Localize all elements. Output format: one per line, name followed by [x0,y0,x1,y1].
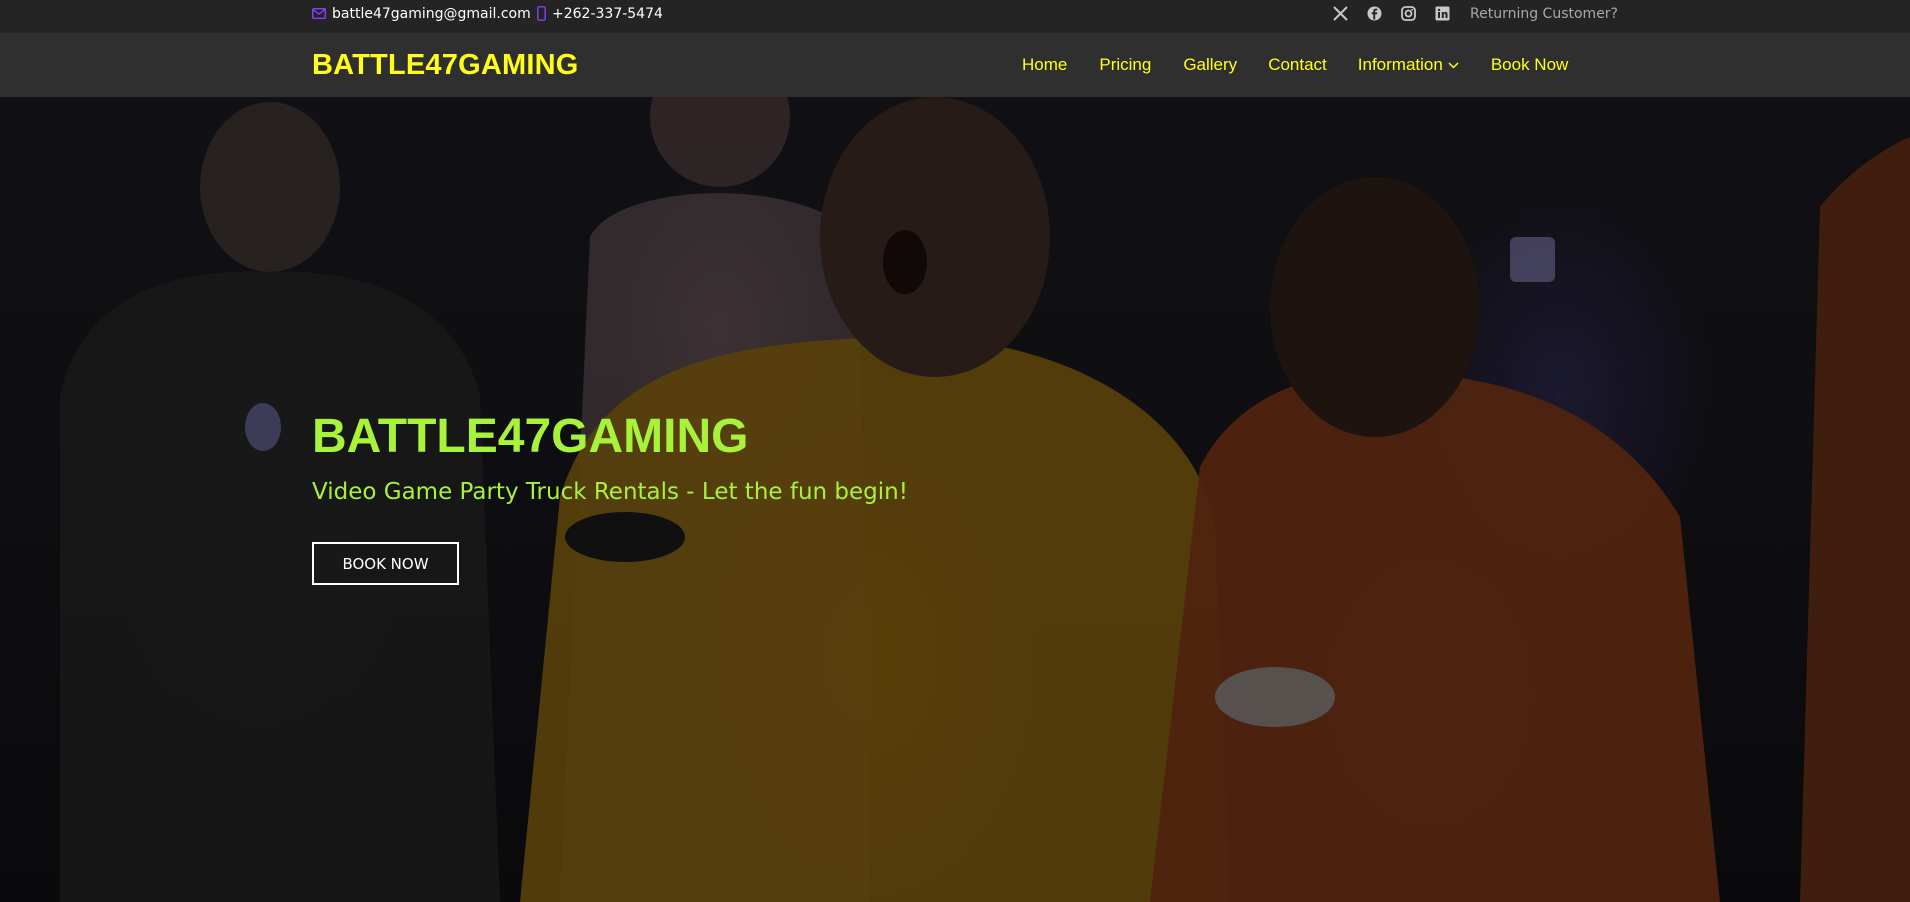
linkedin-icon[interactable] [1434,5,1451,22]
facebook-icon[interactable] [1366,5,1383,22]
main-nav: Home Pricing Gallery Contact Information… [1022,33,1568,97]
nav-information-label: Information [1357,55,1443,74]
email-text[interactable]: battle47gaming@gmail.com [332,6,531,22]
x-icon[interactable] [1332,5,1349,22]
envelope-icon [312,8,326,19]
hero-subtitle: Video Game Party Truck Rentals - Let the… [312,479,908,505]
nav-gallery[interactable]: Gallery [1183,55,1237,75]
nav-book-now[interactable]: Book Now [1491,55,1568,75]
nav-contact[interactable]: Contact [1268,55,1327,75]
site-logo[interactable]: BATTLE47GAMING [312,33,579,97]
nav-information[interactable]: Information [1358,55,1459,75]
top-bar: battle47gaming@gmail.com +262-337-5474 R… [0,0,1910,33]
site-header: BATTLE47GAMING Home Pricing Gallery Cont… [0,33,1910,97]
instagram-icon[interactable] [1400,5,1417,22]
hero-title: BATTLE47GAMING [312,410,749,463]
nav-pricing[interactable]: Pricing [1099,55,1151,75]
nav-home[interactable]: Home [1022,55,1067,75]
social-links [1332,0,1451,27]
email-contact[interactable]: battle47gaming@gmail.com [312,0,531,27]
hero-background-image [0,97,1910,902]
phone-icon [537,6,546,21]
book-now-button[interactable]: BOOK NOW [312,542,459,585]
phone-text[interactable]: +262-337-5474 [552,6,663,22]
chevron-down-icon [1448,61,1459,69]
returning-customer-link[interactable]: Returning Customer? [1470,0,1618,27]
phone-contact[interactable]: +262-337-5474 [537,0,663,27]
hero-section: BATTLE47GAMING Video Game Party Truck Re… [0,97,1910,902]
